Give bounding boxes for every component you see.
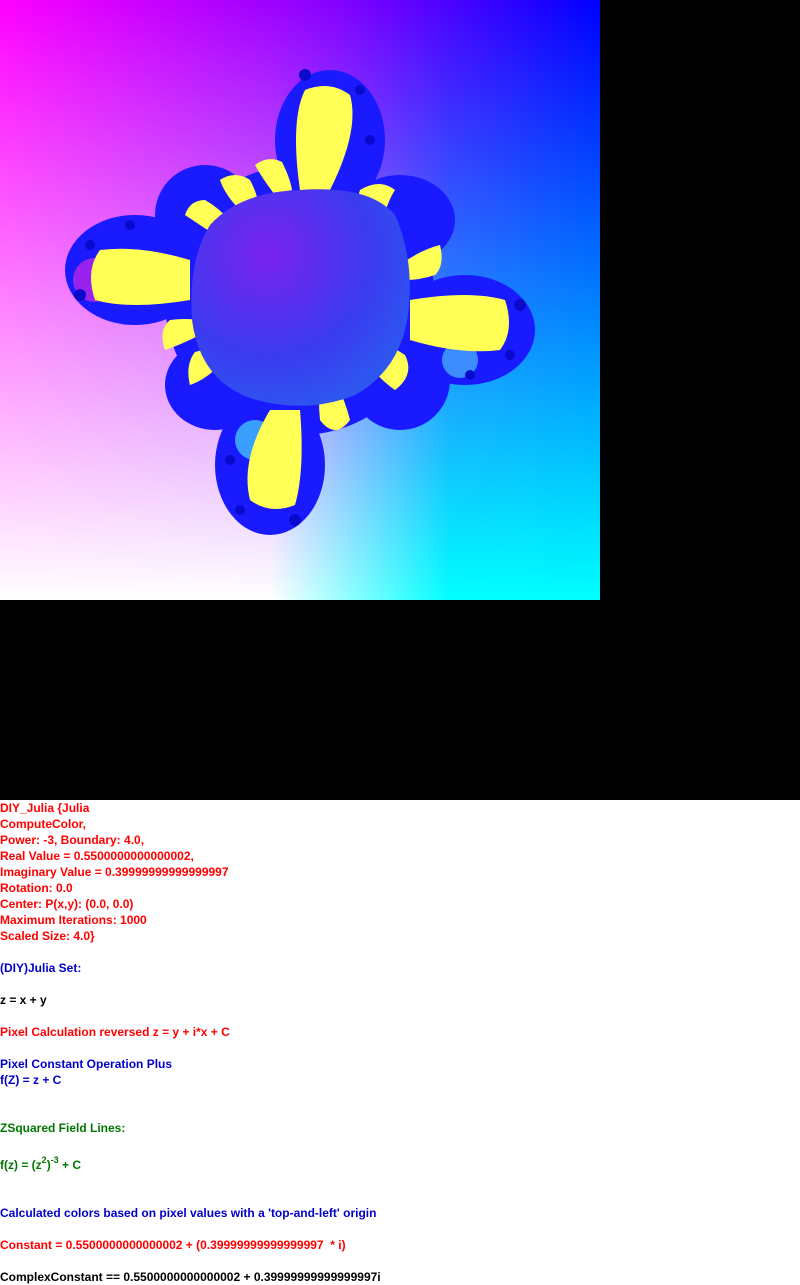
formula: f(z) = (z2)-3 + C	[0, 1155, 82, 1173]
z-definition: z = x + y	[0, 993, 47, 1007]
param-line: Center: P(x,y): (0.0, 0.0)	[0, 897, 134, 911]
fractal-core	[191, 189, 410, 406]
pixel-operation: Pixel Constant Operation Plus	[0, 1057, 173, 1071]
param-line: Maximum Iterations: 1000	[0, 913, 147, 927]
render-canvas	[0, 0, 800, 800]
param-line: Rotation: 0.0	[0, 881, 73, 895]
param-line: ComputeColor,	[0, 817, 86, 831]
param-line: DIY_Julia {Julia	[0, 801, 90, 815]
pixel-calculation: Pixel Calculation reversed z = y + i*x +…	[0, 1025, 230, 1039]
param-line: Real Value = 0.5500000000000002,	[0, 849, 194, 863]
param-line: Imaginary Value = 0.39999999999999997	[0, 865, 229, 879]
julia-fractal-image	[0, 0, 600, 600]
param-line: Power: -3, Boundary: 4.0,	[0, 833, 145, 847]
constant-line: Constant = 0.5500000000000002 + (0.39999…	[0, 1238, 346, 1252]
complex-constant-line: ComplexConstant == 0.5500000000000002 + …	[0, 1270, 381, 1284]
function-definition: f(Z) = z + C	[0, 1073, 62, 1087]
colors-note: Calculated colors based on pixel values …	[0, 1206, 377, 1220]
field-lines-title: ZSquared Field Lines:	[0, 1121, 126, 1135]
set-title: (DIY)Julia Set:	[0, 961, 82, 975]
param-line: Scaled Size: 4.0}	[0, 929, 95, 943]
